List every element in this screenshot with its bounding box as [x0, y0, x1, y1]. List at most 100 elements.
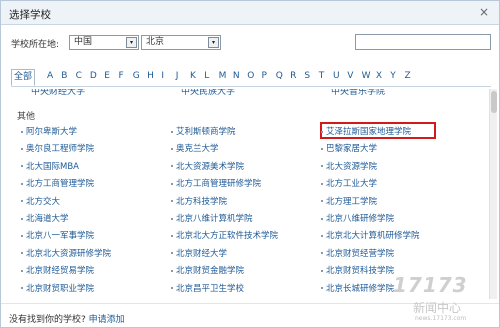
- list-item[interactable]: 北大资源学院: [321, 160, 377, 172]
- list-item[interactable]: 北方工业大学: [321, 177, 377, 189]
- school-name: 北京北大资源研修学院: [26, 248, 112, 259]
- letter-tab-c[interactable]: C: [76, 71, 82, 81]
- list-item[interactable]: 奥克兰大学: [171, 142, 219, 154]
- list-item[interactable]: 巴黎家居大学: [321, 142, 377, 154]
- list-item[interactable]: 北京财贸经营学院: [321, 247, 394, 259]
- list-item[interactable]: 北京长城研修学院: [321, 282, 394, 294]
- city-value: 北京: [146, 37, 165, 47]
- city-select[interactable]: 北京 ▾: [141, 35, 221, 50]
- list-item[interactable]: 北京八一军事学院: [21, 229, 94, 241]
- letter-tab-w[interactable]: W: [362, 71, 371, 81]
- list-item[interactable]: 北方理工学院: [321, 195, 377, 207]
- bullet-icon: [21, 269, 23, 272]
- bullet-icon: [321, 200, 323, 203]
- letter-tab-m[interactable]: M: [219, 71, 227, 81]
- list-item[interactable]: 北京财经大学: [171, 247, 227, 259]
- list-item[interactable]: 北方交大: [21, 195, 60, 207]
- letter-tab-n[interactable]: N: [233, 71, 240, 81]
- school-name: 北京财贸科技学院: [326, 266, 395, 277]
- list-item[interactable]: 北京财贸金融学院: [171, 264, 244, 276]
- letter-tab-u[interactable]: U: [333, 71, 340, 81]
- bullet-icon: [21, 287, 23, 290]
- school-name: 北京昌平卫生学校: [176, 283, 245, 294]
- bullet-icon: [171, 130, 173, 133]
- letter-tab-e[interactable]: E: [104, 71, 110, 81]
- letter-tab-d[interactable]: D: [90, 71, 97, 81]
- bullet-icon: [21, 234, 23, 237]
- letter-tab-s[interactable]: S: [304, 71, 310, 81]
- letter-tab-h[interactable]: H: [147, 71, 154, 81]
- scrollbar-thumb[interactable]: [491, 91, 497, 113]
- school-name: 北大国际MBA: [26, 161, 79, 172]
- letter-tab-x[interactable]: X: [376, 71, 382, 81]
- bullet-icon: [21, 165, 23, 168]
- letter-tab-r[interactable]: R: [290, 71, 296, 81]
- school-name: 北京财贸经营学院: [326, 248, 395, 259]
- letter-filter-bar: 全部 ABCDEFGHI J KLMNOPQRSTUVWXYZ: [11, 69, 491, 87]
- list-item[interactable]: 北京财经贸易学院: [21, 264, 94, 276]
- list-item[interactable]: 北方工商管理学院: [21, 177, 94, 189]
- country-select[interactable]: 中国 ▾: [69, 35, 139, 50]
- school-name: 艾利斯顿商学院: [176, 127, 236, 137]
- letter-tab-j[interactable]: J: [176, 71, 179, 81]
- letter-tab-v[interactable]: V: [347, 71, 353, 81]
- search-input[interactable]: [355, 34, 491, 50]
- school-name: 北方工业大学: [326, 179, 378, 190]
- letter-tab-p[interactable]: P: [262, 71, 267, 81]
- list-item[interactable]: 奥尔良工程师学院: [21, 142, 94, 154]
- list-item[interactable]: 北大国际MBA: [21, 160, 79, 172]
- list-item[interactable]: 北方科技学院: [171, 195, 227, 207]
- close-icon[interactable]: ×: [477, 5, 491, 19]
- list-item[interactable]: 中央民族大学: [181, 89, 235, 97]
- school-name: 北京八维计算机学院: [176, 214, 253, 224]
- list-item[interactable]: 北京昌平卫生学校: [171, 282, 244, 294]
- letter-tab-y[interactable]: Y: [390, 71, 396, 81]
- list-item[interactable]: 北京财贸科技学院: [321, 264, 394, 276]
- bullet-icon: [171, 269, 173, 272]
- letter-tab-i[interactable]: I: [161, 71, 164, 81]
- letter-tab-z[interactable]: Z: [405, 71, 411, 81]
- bullet-icon: [21, 147, 23, 150]
- bullet-icon: [171, 234, 173, 237]
- bullet-icon: [321, 165, 323, 168]
- list-item[interactable]: 中央音乐学院: [331, 89, 385, 97]
- list-item[interactable]: 中央财经大学: [31, 89, 85, 97]
- chevron-down-icon[interactable]: ▾: [126, 37, 137, 48]
- school-name: 北京北大计算机研修学院: [326, 231, 420, 242]
- letter-tab-g[interactable]: G: [133, 71, 140, 81]
- letter-tab-all[interactable]: 全部: [11, 69, 35, 86]
- bullet-icon: [21, 252, 23, 255]
- school-name: 北京财贸职业学院: [26, 283, 95, 294]
- bullet-icon: [321, 269, 323, 272]
- list-item[interactable]: 北大资源美术学院: [171, 160, 244, 172]
- select-school-dialog: 选择学校 × 学校所在地: 中国 ▾ 北京 ▾ 全部 ABCDEFGHI J KLM…: [0, 0, 500, 328]
- letter-tab-q[interactable]: Q: [276, 71, 283, 81]
- list-item[interactable]: 北京财贸职业学院: [21, 282, 94, 294]
- bullet-icon: [171, 165, 173, 168]
- letter-tab-f[interactable]: F: [119, 71, 124, 81]
- apply-add-link[interactable]: 申请添加: [89, 315, 125, 325]
- list-scrollbar[interactable]: [489, 89, 497, 299]
- footer-note: 没有找到你的学校? 申请添加: [9, 312, 125, 325]
- list-item[interactable]: 北京北大计算机研修学院: [321, 229, 420, 241]
- letter-tab-a[interactable]: A: [47, 71, 53, 81]
- list-item[interactable]: 北方工商管理研修学院: [171, 177, 261, 189]
- letter-tab-b[interactable]: B: [61, 71, 67, 81]
- list-item[interactable]: 艾泽拉斯国家地理学院: [321, 125, 411, 137]
- letter-tab-l[interactable]: L: [204, 71, 209, 81]
- school-name: 北方工商管理研修学院: [176, 179, 262, 190]
- bullet-icon: [171, 182, 173, 185]
- school-name: 奥克兰大学: [176, 144, 219, 155]
- footer-note-text: 没有找到你的学校?: [9, 315, 86, 325]
- list-item[interactable]: 艾利斯顿商学院: [171, 125, 236, 137]
- letter-tab-t[interactable]: T: [319, 71, 325, 81]
- letter-tab-o[interactable]: O: [247, 71, 254, 81]
- list-item[interactable]: 北京八维研修学院: [321, 212, 394, 224]
- list-item[interactable]: 阿尔卑斯大学: [21, 125, 77, 137]
- letter-tab-k[interactable]: K: [190, 71, 196, 81]
- chevron-down-icon[interactable]: ▾: [208, 37, 219, 48]
- list-item[interactable]: 北海道大学: [21, 212, 69, 224]
- list-item[interactable]: 北京北大资源研修学院: [21, 247, 111, 259]
- list-item[interactable]: 北京北大方正软件技术学院: [171, 229, 278, 241]
- list-item[interactable]: 北京八维计算机学院: [171, 212, 253, 224]
